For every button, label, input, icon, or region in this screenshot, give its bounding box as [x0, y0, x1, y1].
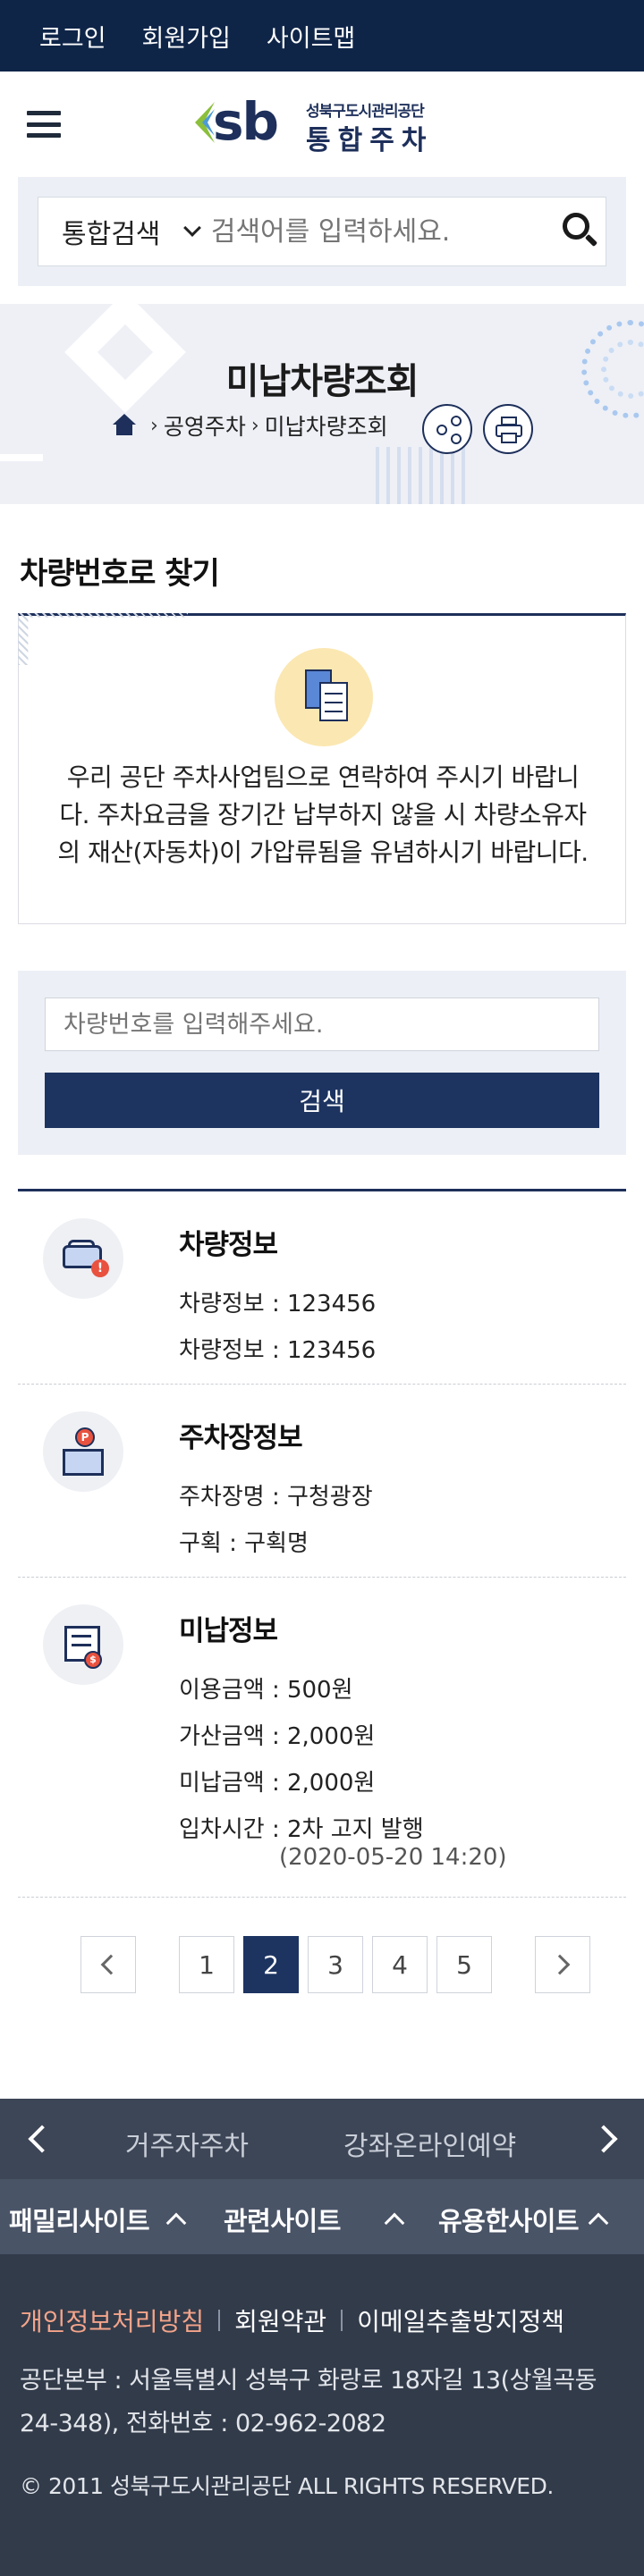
site-header: sb 성북구도시관리공단 통합주차 — [0, 72, 644, 177]
page-button-current[interactable]: 2 — [243, 1936, 299, 1993]
share-icon-dot — [451, 434, 462, 444]
related-site-label: 관련사이트 — [224, 2206, 341, 2236]
breadcrumb-item-parking[interactable]: 공영주차 — [164, 409, 246, 442]
search-input[interactable] — [210, 215, 545, 248]
document-icon-line — [325, 702, 343, 703]
footer-links: 개인정보처리방침 회원약관 이메일추출방지정책 — [20, 2302, 564, 2338]
chevron-up-icon — [588, 2212, 609, 2234]
section-title: 차량번호로 찾기 — [20, 556, 220, 592]
print-button[interactable] — [483, 404, 533, 454]
chevron-up-icon — [384, 2212, 405, 2234]
breadcrumb: › 공영주차 › 미납차량조회 — [113, 408, 388, 443]
login-link[interactable]: 로그인 — [39, 19, 106, 54]
useful-site-label: 유용한사이트 — [438, 2206, 580, 2236]
unpaid-info-title: 미납정보 — [179, 1615, 278, 1647]
footer-copyright: © 2011 성북구도시관리공단 ALL RIGHTS RESERVED. — [20, 2473, 554, 2499]
email-policy-link[interactable]: 이메일추출방지정책 — [357, 2302, 564, 2338]
document-icon-line — [325, 693, 343, 695]
share-button[interactable] — [422, 404, 472, 454]
breadcrumb-separator: › — [150, 414, 158, 437]
global-search-area: 통합검색 — [18, 177, 626, 286]
footer-site-selectors: 패밀리사이트 관련사이트 유용한사이트 — [0, 2179, 644, 2254]
bill-icon: $ — [43, 1604, 123, 1685]
quick-link[interactable]: 거주자주차 — [125, 2124, 249, 2163]
privacy-policy-link[interactable]: 개인정보처리방침 — [20, 2302, 204, 2338]
family-site-select[interactable]: 패밀리사이트 — [9, 2201, 187, 2238]
page-hero: 미납차량조회 › 공영주차 › 미납차량조회 — [0, 304, 644, 504]
chevron-right-icon — [549, 1954, 571, 1975]
search-category-select[interactable]: 통합검색 — [38, 212, 211, 251]
page-button[interactable]: 5 — [436, 1936, 492, 1993]
page-button[interactable]: 3 — [308, 1936, 363, 1993]
vehicle-info-row: 차량정보 : 123456 — [179, 1291, 377, 1317]
search-icon[interactable] — [545, 197, 606, 266]
page-button[interactable]: 4 — [372, 1936, 428, 1993]
parking-info-row: 주차장명 : 구청광장 — [179, 1484, 373, 1511]
prev-page-button[interactable] — [80, 1936, 136, 1993]
footer-quick-slider: 거주자주차 강좌온라인예약 — [0, 2099, 644, 2179]
logo-title: 통합주차 — [306, 125, 434, 156]
divider — [218, 2310, 221, 2331]
notice-text: 우리 공단 주차사업팀으로 연락하여 주시기 바랍니다. 주차요금을 장기간 납… — [57, 762, 589, 867]
unpaid-info-row: 가산금액 : 2,000원 — [179, 1723, 376, 1750]
family-site-label: 패밀리사이트 — [9, 2206, 150, 2236]
chevron-up-icon — [165, 2212, 187, 2234]
sitemap-link[interactable]: 사이트맵 — [267, 19, 355, 54]
map-icon: P — [43, 1411, 123, 1492]
search-category-label: 통합검색 — [62, 219, 161, 250]
related-site-select[interactable]: 관련사이트 — [224, 2201, 405, 2238]
chevron-left-icon — [100, 1954, 122, 1975]
chevron-left-icon[interactable] — [28, 2125, 56, 2153]
share-icon — [436, 425, 447, 435]
print-icon-paper — [501, 433, 517, 443]
chevron-right-icon[interactable] — [589, 2125, 618, 2153]
terms-link[interactable]: 회원약관 — [234, 2302, 326, 2338]
unpaid-info-block: $ 미납정보 이용금액 : 500원 가산금액 : 2,000원 미납금액 : … — [18, 1578, 626, 1898]
global-search-box: 통합검색 — [38, 197, 606, 266]
decorative-stripe — [18, 613, 188, 665]
next-page-button[interactable] — [535, 1936, 590, 1993]
useful-site-select[interactable]: 유용한사이트 — [438, 2201, 609, 2238]
car-search-button[interactable]: 검색 — [45, 1073, 599, 1128]
vehicle-info-row: 차량정보 : 123456 — [179, 1337, 377, 1364]
pagination: 1 2 3 4 5 — [80, 1936, 590, 1993]
signup-link[interactable]: 회원가입 — [142, 19, 231, 54]
parking-info-title: 주차장정보 — [179, 1422, 303, 1454]
logo-mark-icon — [195, 102, 215, 143]
site-logo[interactable]: sb 성북구도시관리공단 통합주차 — [195, 91, 451, 156]
footer-address: 공단본부 : 서울특별시 성북구 화랑로 18자길 13(상월곡동 24-348… — [20, 2367, 597, 2437]
vehicle-info-block: ! 차량정보 차량정보 : 123456 차량정보 : 123456 — [18, 1191, 626, 1385]
decorative-bar — [0, 454, 43, 461]
parking-info-row: 구획 : 구획명 — [179, 1530, 309, 1557]
page-title: 미납차량조회 — [225, 361, 419, 402]
unpaid-info-row: 이용금액 : 500원 — [179, 1677, 353, 1704]
site-footer: 개인정보처리방침 회원약관 이메일추출방지정책 공단본부 : 서울특별시 성북구… — [0, 2254, 644, 2576]
vehicle-info-title: 차량정보 — [179, 1229, 278, 1261]
decorative-stripes — [376, 447, 465, 504]
quick-link[interactable]: 강좌온라인예약 — [343, 2124, 516, 2163]
home-icon[interactable] — [113, 414, 136, 437]
menu-icon[interactable] — [27, 111, 61, 138]
breadcrumb-item-current: 미납차량조회 — [264, 414, 388, 440]
chevron-down-icon — [182, 219, 201, 237]
logo-sb: sb — [213, 91, 279, 152]
top-utility-bar: 로그인 회원가입 사이트맵 — [0, 0, 644, 72]
notice-box: 우리 공단 주차사업팀으로 연락하여 주시기 바랍니다. 주차요금을 장기간 납… — [18, 613, 626, 924]
breadcrumb-separator: › — [250, 414, 259, 437]
result-info-list: ! 차량정보 차량정보 : 123456 차량정보 : 123456 P 주차장… — [18, 1189, 626, 1898]
page-button[interactable]: 1 — [179, 1936, 234, 1993]
car-number-search: 검색 — [18, 971, 626, 1155]
car-number-input[interactable] — [45, 998, 599, 1051]
share-icon-dot — [451, 416, 462, 426]
document-icon-line — [325, 711, 343, 712]
unpaid-info-row: 미납금액 : 2,000원 — [179, 1770, 376, 1797]
parking-info-block: P 주차장정보 주차장명 : 구청광장 구획 : 구획명 — [18, 1385, 626, 1578]
divider — [341, 2310, 343, 2331]
car-icon: ! — [43, 1218, 123, 1299]
